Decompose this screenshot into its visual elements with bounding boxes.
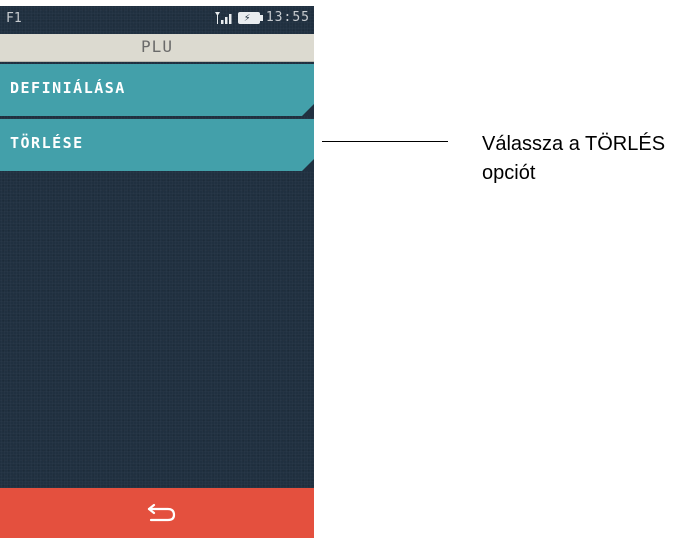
title-bar: PLU (0, 34, 314, 62)
menu-item-label: TÖRLÉSE (10, 134, 84, 152)
battery-charging-icon: ⚡ (237, 11, 263, 24)
page-title: PLU (141, 37, 173, 56)
menu-item-define[interactable]: DEFINIÁLÁSA (0, 64, 314, 116)
back-button[interactable] (0, 488, 314, 538)
menu-item-delete[interactable]: TÖRLÉSE (0, 119, 314, 171)
status-icons: ⚡ 13:55 (214, 10, 310, 25)
status-bar: F1 ⚡ 13:55 (0, 6, 314, 32)
device-screen: F1 ⚡ 13:55 PLU DEFINIÁLÁSA TÖRLÉSE (0, 6, 314, 538)
callout-line (322, 141, 448, 142)
function-key-label: F1 (6, 11, 22, 26)
callout-text-line2: opciót (482, 162, 536, 184)
return-arrow-icon (147, 503, 176, 522)
callout-annotation: Válassza a TÖRLÉS opciót (482, 130, 680, 188)
callout-text-line1: Válassza a TÖRLÉS (482, 133, 666, 155)
signal-icon (214, 11, 232, 24)
menu-item-label: DEFINIÁLÁSA (10, 79, 126, 97)
clock: 13:55 (265, 10, 310, 25)
